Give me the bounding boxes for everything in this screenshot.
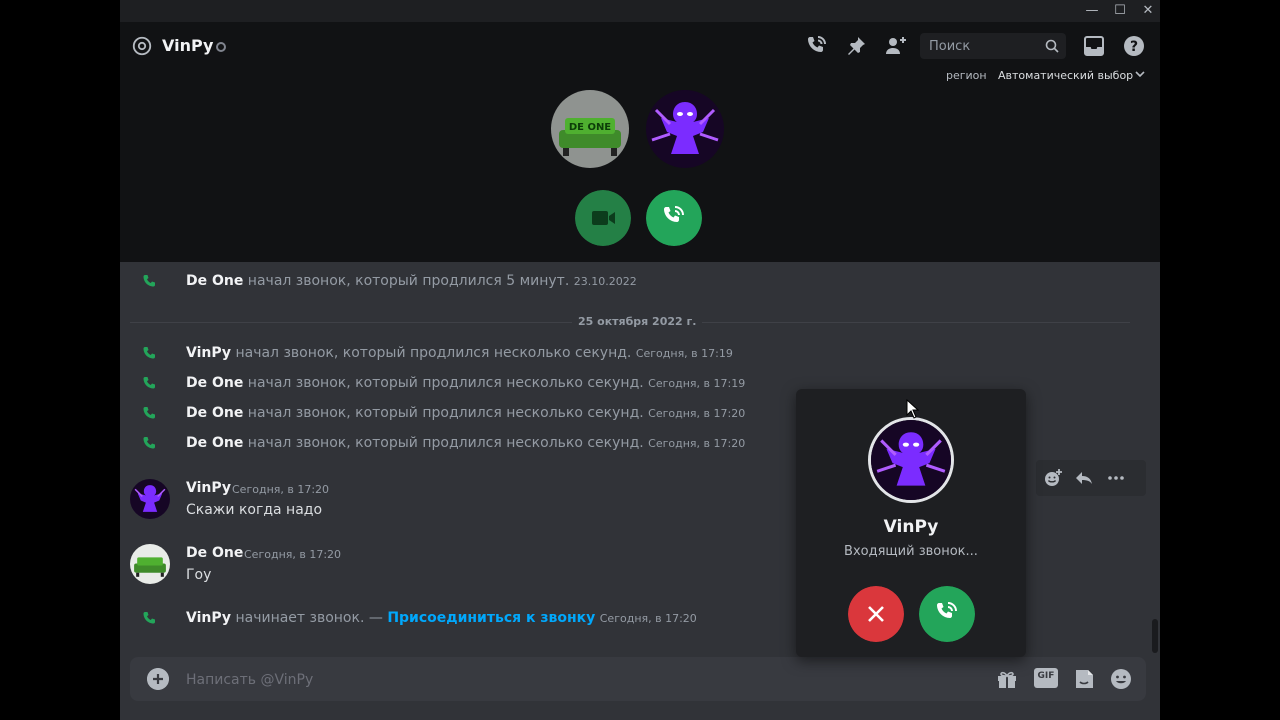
inbox-icon[interactable] xyxy=(1082,34,1106,58)
help-icon[interactable]: ? xyxy=(1122,34,1146,58)
system-message-text: De One начал звонок, который продлился 5… xyxy=(186,273,637,289)
message-timestamp: Сегодня, в 17:19 xyxy=(635,347,733,360)
system-message-text: VinPy начал звонок, который продлился не… xyxy=(186,345,733,361)
message-timestamp: Сегодня, в 17:19 xyxy=(648,377,746,390)
gift-icon[interactable] xyxy=(995,667,1019,691)
emoji-icon[interactable] xyxy=(1109,667,1133,691)
phone-icon xyxy=(143,612,155,624)
message-content: Скажи когда надо xyxy=(186,502,323,518)
offline-status-icon xyxy=(216,42,226,52)
sofa-avatar-image xyxy=(130,544,170,584)
video-toggle-button[interactable] xyxy=(575,190,631,246)
message-timestamp: 23.10.2022 xyxy=(573,275,637,288)
message-timestamp: Сегодня, в 17:20 xyxy=(648,437,746,450)
phone-icon xyxy=(143,347,155,359)
pin-icon[interactable] xyxy=(844,34,868,58)
message-timestamp: Сегодня, в 17:20 xyxy=(244,548,342,561)
system-message-body: начинает звонок. — xyxy=(231,610,388,626)
channel-name: VinPy xyxy=(162,36,214,55)
phone-icon xyxy=(143,437,155,449)
decline-call-button[interactable] xyxy=(848,586,904,642)
system-message-body: начал звонок, который продлился нескольк… xyxy=(243,435,649,451)
search-placeholder: Поиск xyxy=(929,39,971,54)
join-call-link[interactable]: Присоединиться к звонку xyxy=(387,610,595,626)
maximize-button[interactable]: ☐ xyxy=(1106,2,1134,20)
reply-icon[interactable] xyxy=(1074,468,1094,488)
system-message-text: De One начал звонок, который продлился н… xyxy=(186,375,745,391)
add-reaction-icon[interactable] xyxy=(1043,468,1063,488)
mouse-cursor-icon xyxy=(906,399,920,419)
add-friends-to-dm-icon[interactable] xyxy=(884,34,908,58)
join-call-button[interactable] xyxy=(646,190,702,246)
message-author[interactable]: De One xyxy=(186,545,243,561)
video-letterbox-right xyxy=(1160,0,1280,720)
gif-label: GIF xyxy=(1037,671,1055,681)
at-sign-icon xyxy=(132,36,152,56)
caller-name: VinPy xyxy=(883,517,939,537)
system-message-body: начал звонок, который продлился 5 минут. xyxy=(243,273,574,289)
message-composer: GIF xyxy=(130,657,1146,701)
message-input[interactable] xyxy=(186,670,976,690)
message-timestamp: Сегодня, в 17:20 xyxy=(599,612,697,625)
system-message-body: начал звонок, который продлился нескольк… xyxy=(231,345,636,361)
incoming-call-status: Входящий звонок... xyxy=(844,544,978,559)
de-one-call-avatar: DE ONE xyxy=(551,90,629,168)
dm-call-area: VinPy Поиск ? регион Автоматический выбо… xyxy=(120,22,1160,262)
scrollbar-thumb[interactable] xyxy=(1152,619,1158,653)
system-call-message: De One начал звонок, который продлился 5… xyxy=(120,271,1020,293)
system-message-body: начал звонок, который продлился нескольк… xyxy=(243,405,649,421)
purple-creature-avatar-image xyxy=(646,90,724,168)
vinpy-call-avatar xyxy=(646,90,724,168)
phone-icon xyxy=(143,377,155,389)
search-input[interactable]: Поиск xyxy=(920,33,1066,59)
svg-text:?: ? xyxy=(1130,39,1138,55)
message-author[interactable]: VinPy xyxy=(186,480,231,496)
magnifier-icon xyxy=(1045,39,1059,53)
purple-creature-avatar-image xyxy=(871,420,951,500)
system-message-text: De One начал звонок, который продлился н… xyxy=(186,435,745,451)
accept-call-button[interactable] xyxy=(919,586,975,642)
system-call-message: VinPy начал звонок, который продлился не… xyxy=(120,343,1020,365)
sofa-avatar-image: DE ONE xyxy=(551,90,629,168)
upload-plus-icon[interactable] xyxy=(147,668,169,690)
caller-avatar xyxy=(868,417,954,503)
message-author[interactable]: De One xyxy=(186,375,243,391)
gif-button[interactable]: GIF xyxy=(1034,668,1058,688)
region-label: регион xyxy=(946,69,987,82)
message-content: Гоу xyxy=(186,567,212,583)
phone-icon xyxy=(143,407,155,419)
date-divider-label: 25 октября 2022 г. xyxy=(572,315,703,328)
more-options-icon[interactable] xyxy=(1106,468,1126,488)
purple-creature-avatar-image xyxy=(130,479,170,519)
message-timestamp: Сегодня, в 17:20 xyxy=(648,407,746,420)
system-message-text: VinPy начинает звонок. — Присоединиться … xyxy=(186,610,697,626)
message-actions-bar xyxy=(1036,460,1146,496)
svg-text:DE ONE: DE ONE xyxy=(569,122,611,133)
message-author[interactable]: De One xyxy=(186,435,243,451)
phone-icon xyxy=(143,275,155,287)
discord-window: — ☐ ✕ VinPy Поиск ? регион Автоматически… xyxy=(120,0,1160,720)
video-letterbox-left xyxy=(0,0,120,720)
message-author[interactable]: VinPy xyxy=(186,345,231,361)
message-author[interactable]: VinPy xyxy=(186,610,231,626)
region-select[interactable]: Автоматический выбор xyxy=(998,69,1133,82)
message-author[interactable]: De One xyxy=(186,405,243,421)
close-window-button[interactable]: ✕ xyxy=(1134,2,1160,20)
avatar[interactable] xyxy=(130,479,170,519)
avatar[interactable] xyxy=(130,544,170,584)
minimize-button[interactable]: — xyxy=(1078,2,1106,20)
system-message-body: начал звонок, который продлился нескольк… xyxy=(243,375,649,391)
chevron-down-icon[interactable] xyxy=(1134,68,1146,80)
message-timestamp: Сегодня, в 17:20 xyxy=(232,483,330,496)
incoming-call-popup: VinPy Входящий звонок... xyxy=(796,389,1026,657)
system-message-text: De One начал звонок, который продлился н… xyxy=(186,405,745,421)
title-bar: — ☐ ✕ xyxy=(120,0,1160,22)
message-author[interactable]: De One xyxy=(186,273,243,289)
sticker-icon[interactable] xyxy=(1072,667,1096,691)
start-voice-call-icon[interactable] xyxy=(804,34,828,58)
